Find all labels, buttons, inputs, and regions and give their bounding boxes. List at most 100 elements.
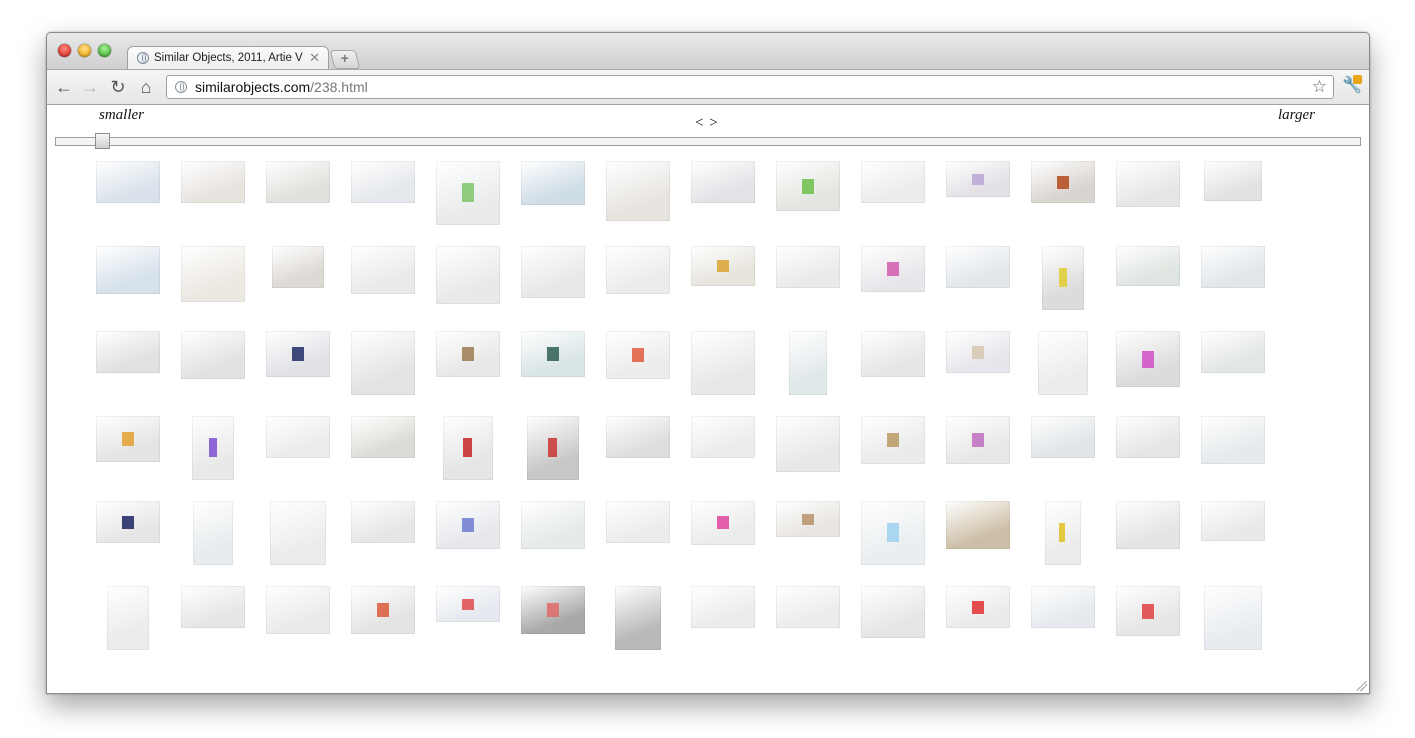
thumbnail-link[interactable] bbox=[95, 501, 160, 566]
back-arrow-icon[interactable]: ← bbox=[53, 76, 75, 98]
thumbnail-link[interactable] bbox=[1030, 161, 1095, 226]
wrench-icon[interactable]: 🔧 bbox=[1341, 75, 1363, 97]
thumbnail-link[interactable] bbox=[1030, 586, 1095, 651]
address-bar[interactable]: similarobjects.com/238.html ☆ bbox=[166, 75, 1334, 99]
thumbnail-link[interactable] bbox=[350, 331, 415, 396]
thumbnail-link[interactable] bbox=[690, 246, 755, 311]
thumbnail-link[interactable] bbox=[605, 501, 670, 566]
star-icon[interactable]: ☆ bbox=[1312, 77, 1327, 97]
thumbnail-link[interactable] bbox=[775, 161, 840, 226]
thumbnail-link[interactable] bbox=[1115, 501, 1180, 566]
thumbnail-link[interactable] bbox=[350, 586, 415, 651]
thumbnail-link[interactable] bbox=[860, 246, 925, 311]
thumbnail-link[interactable] bbox=[180, 586, 245, 651]
thumbnail-link[interactable] bbox=[945, 331, 1010, 396]
thumbnail-link[interactable] bbox=[520, 586, 585, 651]
thumbnail-link[interactable] bbox=[520, 161, 585, 226]
thumbnail-link[interactable] bbox=[1200, 416, 1265, 481]
thumbnail-link[interactable] bbox=[1030, 501, 1095, 566]
thumbnail-link[interactable] bbox=[775, 501, 840, 566]
thumbnail-link[interactable] bbox=[775, 246, 840, 311]
thumbnail-link[interactable] bbox=[95, 586, 160, 651]
thumbnail-link[interactable] bbox=[1200, 161, 1265, 226]
thumbnail-link[interactable] bbox=[520, 246, 585, 311]
thumbnail-link[interactable] bbox=[690, 416, 755, 481]
thumbnail-link[interactable] bbox=[180, 416, 245, 481]
resize-grip-icon[interactable] bbox=[1357, 681, 1367, 691]
thumbnail-link[interactable] bbox=[265, 246, 330, 311]
larger-label[interactable]: larger bbox=[1278, 107, 1315, 124]
thumbnail-link[interactable] bbox=[1115, 246, 1180, 311]
thumbnail-link[interactable] bbox=[860, 416, 925, 481]
thumbnail-link[interactable] bbox=[350, 161, 415, 226]
new-tab-button[interactable]: + bbox=[329, 50, 361, 69]
thumbnail-link[interactable] bbox=[265, 331, 330, 396]
size-slider-handle[interactable] bbox=[95, 133, 110, 149]
close-tab-icon[interactable]: ✕ bbox=[309, 50, 320, 66]
thumbnail-link[interactable] bbox=[860, 501, 925, 566]
thumbnail-link[interactable] bbox=[1030, 331, 1095, 396]
thumbnail-link[interactable] bbox=[180, 161, 245, 226]
thumbnail-link[interactable] bbox=[1030, 246, 1095, 311]
thumbnail-link[interactable] bbox=[435, 586, 500, 651]
thumbnail-link[interactable] bbox=[1200, 501, 1265, 566]
thumbnail-link[interactable] bbox=[690, 586, 755, 651]
thumbnail-link[interactable] bbox=[945, 501, 1010, 566]
thumbnail-link[interactable] bbox=[265, 161, 330, 226]
thumbnail-link[interactable] bbox=[860, 161, 925, 226]
thumbnail-link[interactable] bbox=[1115, 416, 1180, 481]
close-window-button[interactable] bbox=[58, 44, 71, 57]
thumbnail-link[interactable] bbox=[945, 586, 1010, 651]
thumbnail-link[interactable] bbox=[1200, 246, 1265, 311]
thumbnail-link[interactable] bbox=[1115, 331, 1180, 396]
thumbnail-link[interactable] bbox=[1115, 161, 1180, 226]
thumbnail-link[interactable] bbox=[690, 161, 755, 226]
thumbnail-link[interactable] bbox=[945, 161, 1010, 226]
thumbnail-link[interactable] bbox=[690, 501, 755, 566]
thumbnail-link[interactable] bbox=[605, 161, 670, 226]
thumbnail-link[interactable] bbox=[350, 246, 415, 311]
thumbnail-link[interactable] bbox=[520, 501, 585, 566]
thumbnail-link[interactable] bbox=[1200, 586, 1265, 651]
thumbnail-link[interactable] bbox=[265, 501, 330, 566]
thumbnail-link[interactable] bbox=[350, 416, 415, 481]
thumbnail-link[interactable] bbox=[95, 246, 160, 311]
minimize-window-button[interactable] bbox=[78, 44, 91, 57]
thumbnail-link[interactable] bbox=[605, 246, 670, 311]
thumbnail-link[interactable] bbox=[265, 416, 330, 481]
url-text[interactable]: similarobjects.com/238.html bbox=[195, 79, 368, 95]
thumbnail-link[interactable] bbox=[945, 246, 1010, 311]
thumbnail-link[interactable] bbox=[95, 161, 160, 226]
reload-icon[interactable]: ↻ bbox=[107, 76, 129, 98]
thumbnail-link[interactable] bbox=[265, 586, 330, 651]
thumbnail-link[interactable] bbox=[180, 246, 245, 311]
thumbnail-link[interactable] bbox=[350, 501, 415, 566]
size-slider-track[interactable] bbox=[55, 137, 1361, 146]
thumbnail-link[interactable] bbox=[775, 416, 840, 481]
thumbnail-link[interactable] bbox=[1115, 586, 1180, 651]
thumbnail-link[interactable] bbox=[775, 586, 840, 651]
thumbnail-link[interactable] bbox=[690, 331, 755, 396]
thumbnail-link[interactable] bbox=[435, 246, 500, 311]
thumbnail-link[interactable] bbox=[435, 161, 500, 226]
home-icon[interactable]: ⌂ bbox=[135, 76, 157, 98]
thumbnail-link[interactable] bbox=[1030, 416, 1095, 481]
thumbnail-link[interactable] bbox=[860, 586, 925, 651]
thumbnail-link[interactable] bbox=[945, 416, 1010, 481]
thumbnail-link[interactable] bbox=[180, 501, 245, 566]
thumbnail-link[interactable] bbox=[605, 416, 670, 481]
smaller-label[interactable]: smaller bbox=[99, 107, 144, 124]
maximize-window-button[interactable] bbox=[98, 44, 111, 57]
thumbnail-link[interactable] bbox=[775, 331, 840, 396]
thumbnail-link[interactable] bbox=[435, 501, 500, 566]
thumbnail-link[interactable] bbox=[95, 331, 160, 396]
forward-arrow-icon[interactable]: → bbox=[79, 76, 101, 98]
thumbnail-link[interactable] bbox=[95, 416, 160, 481]
thumbnail-link[interactable] bbox=[520, 416, 585, 481]
thumbnail-link[interactable] bbox=[605, 331, 670, 396]
thumbnail-link[interactable] bbox=[860, 331, 925, 396]
thumbnail-link[interactable] bbox=[435, 331, 500, 396]
thumbnail-link[interactable] bbox=[180, 331, 245, 396]
thumbnail-link[interactable] bbox=[605, 586, 670, 651]
thumbnail-link[interactable] bbox=[435, 416, 500, 481]
